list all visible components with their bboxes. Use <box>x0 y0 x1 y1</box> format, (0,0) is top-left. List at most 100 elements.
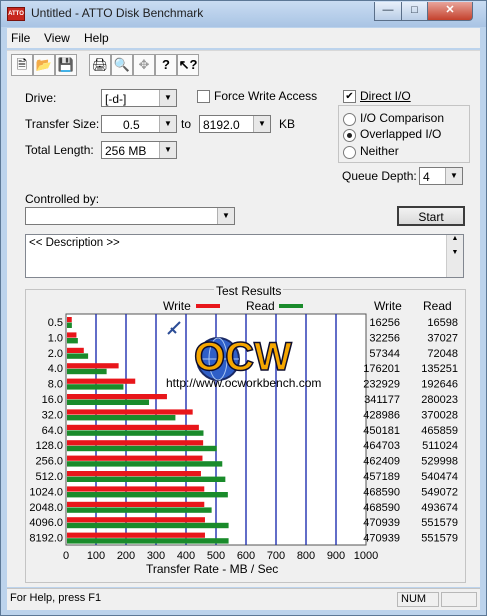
ocw-logo-text: OCW <box>194 335 292 379</box>
read-bar <box>67 368 107 375</box>
maximize-button[interactable]: □ <box>401 2 428 21</box>
minimize-button[interactable]: — <box>374 2 402 21</box>
write-bar <box>67 455 203 461</box>
print-preview-icon[interactable]: 🔍 <box>111 54 133 76</box>
menu-bar: File View Help <box>7 28 480 48</box>
read-bar <box>67 461 223 467</box>
description-text: << Description >> <box>29 237 120 249</box>
transfer-size-label: 512.0 <box>35 471 63 483</box>
atto-app-icon: ATTO <box>7 7 25 21</box>
chevron-down-icon[interactable]: ▼ <box>159 90 176 106</box>
save-icon[interactable]: 💾 <box>55 54 77 76</box>
status-num-indicator: NUM <box>397 592 439 607</box>
print-icon[interactable]: 🖨 <box>89 54 111 76</box>
menu-file[interactable]: File <box>11 31 30 45</box>
direct-io-checkbox[interactable]: ✔ <box>343 90 356 103</box>
menu-view[interactable]: View <box>44 31 70 45</box>
write-bar <box>67 409 193 415</box>
legend-write-swatch <box>196 304 220 308</box>
io-comparison-radio[interactable] <box>343 113 356 126</box>
write-bar <box>67 471 201 477</box>
total-length-select[interactable]: 256 MB ▼ <box>101 141 177 159</box>
drive-select[interactable]: [-d-] ▼ <box>101 89 177 107</box>
overlapped-io-radio[interactable] <box>343 129 356 142</box>
write-bar <box>67 332 77 338</box>
write-bar <box>67 440 204 446</box>
neither-radio[interactable] <box>343 146 356 159</box>
description-box[interactable]: << Description >> ▲ ▼ <box>25 234 464 278</box>
read-value: 549072 <box>421 486 458 498</box>
queue-depth-select[interactable]: 4 ▼ <box>419 167 463 185</box>
menu-help[interactable]: Help <box>84 31 109 45</box>
legend-read-swatch <box>279 304 303 308</box>
read-bar <box>67 522 229 529</box>
read-value: 540474 <box>421 471 458 483</box>
new-file-icon[interactable]: 🗎 <box>11 54 33 76</box>
x-tick-label: 200 <box>117 550 135 562</box>
write-bar <box>67 378 136 384</box>
read-value: 72048 <box>427 348 458 360</box>
help-icon[interactable]: ? <box>155 54 177 76</box>
title-bar[interactable]: ATTO Untitled - ATTO Disk Benchmark — □ … <box>1 1 486 27</box>
read-bar <box>67 538 229 544</box>
transfer-to-value: 8192.0 <box>203 118 240 132</box>
transfer-size-to-select[interactable]: 8192.0 ▼ <box>199 115 271 133</box>
chevron-down-icon[interactable]: ▼ <box>445 168 462 184</box>
neither-label: Neither <box>360 144 399 158</box>
vertical-scrollbar[interactable]: ▲ ▼ <box>446 235 463 277</box>
chevron-down-icon[interactable]: ▼ <box>217 208 234 224</box>
transfer-size-label: 4.0 <box>48 363 63 375</box>
transfer-size-label: 8.0 <box>48 379 63 391</box>
x-tick-label: 500 <box>207 550 225 562</box>
write-value: 32256 <box>369 332 400 344</box>
read-value: 551579 <box>421 533 458 545</box>
write-value: 470939 <box>363 533 400 545</box>
start-button[interactable]: Start <box>397 206 465 226</box>
controlled-by-select[interactable]: ▼ <box>25 207 235 225</box>
x-tick-label: 600 <box>237 550 255 562</box>
transfer-size-from-select[interactable]: 0.5 ▼ <box>101 115 177 133</box>
write-bar <box>67 517 205 523</box>
kb-label: KB <box>279 117 296 131</box>
watermark-url: http://www.ocworkbench.com <box>166 376 321 390</box>
move-icon[interactable]: ✥ <box>133 54 155 76</box>
write-column-header: Write <box>374 299 402 313</box>
chevron-down-icon[interactable]: ▼ <box>159 142 176 158</box>
chevron-down-icon[interactable]: ▼ <box>253 116 270 132</box>
open-folder-icon[interactable]: 📂 <box>33 54 55 76</box>
queue-depth-value: 4 <box>423 170 430 184</box>
read-value: 192646 <box>421 379 458 391</box>
write-value: 176201 <box>363 363 400 375</box>
close-button[interactable]: ✕ <box>427 2 473 21</box>
test-results-chart: 0 100 200 300 400 500 600 700 800 900 1000 0.5 1.0 2… <box>29 313 458 562</box>
write-bar <box>67 363 119 369</box>
force-write-checkbox[interactable] <box>197 90 210 103</box>
overlapped-io-label: Overlapped I/O <box>360 127 442 141</box>
x-tick-label: 700 <box>267 550 285 562</box>
read-bar <box>67 492 228 498</box>
status-bar: For Help, press F1 NUM <box>7 588 480 610</box>
read-bar <box>67 507 212 513</box>
write-value: 457189 <box>363 471 400 483</box>
test-results-group: 0 100 200 300 400 500 600 700 800 900 1000 0.5 1.0 2… <box>25 284 466 583</box>
context-help-icon[interactable]: ↖? <box>177 54 199 76</box>
chevron-down-icon[interactable]: ▼ <box>159 116 176 132</box>
read-value: 37027 <box>427 332 458 344</box>
write-value: 16256 <box>369 317 400 329</box>
read-bar <box>67 430 204 436</box>
force-write-label: Force Write Access <box>214 89 318 103</box>
write-value: 57344 <box>369 348 400 360</box>
to-label: to <box>181 117 192 131</box>
read-value: 511024 <box>422 440 458 452</box>
read-bar <box>67 384 124 390</box>
read-bar <box>67 445 217 452</box>
read-value: 493674 <box>421 502 458 514</box>
read-bar <box>67 322 72 328</box>
write-value: 341177 <box>364 394 400 406</box>
read-value: 135251 <box>421 363 458 375</box>
transfer-size-label: 256.0 <box>35 456 63 468</box>
legend-write-label: Write <box>163 299 191 313</box>
read-bar <box>67 399 150 405</box>
read-bar <box>67 415 176 421</box>
read-value: 280023 <box>421 394 458 406</box>
